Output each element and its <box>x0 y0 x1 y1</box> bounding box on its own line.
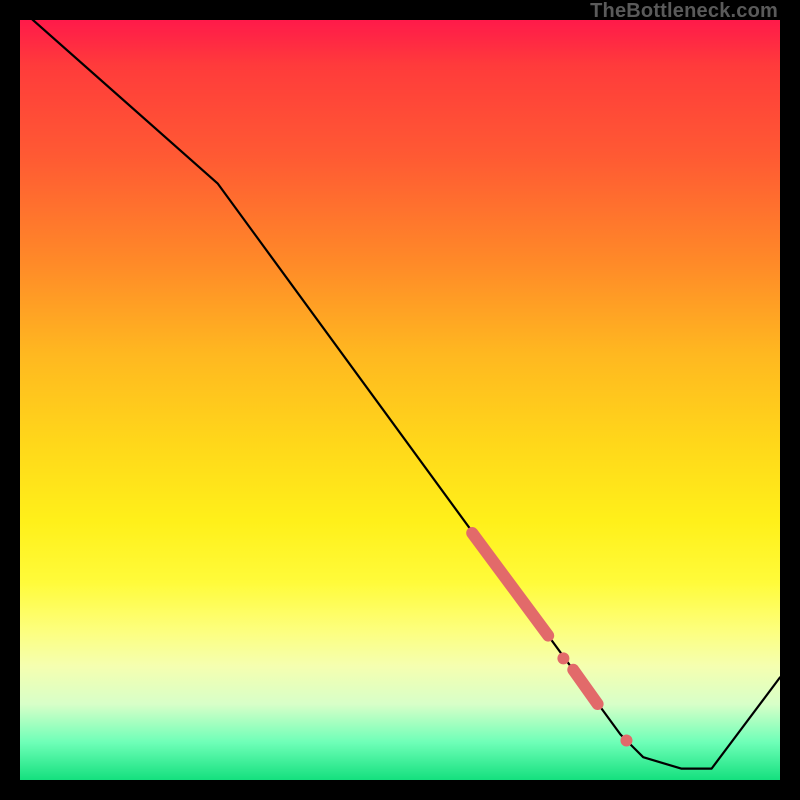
credit-watermark: TheBottleneck.com <box>590 0 778 23</box>
highlight-segment <box>573 670 597 704</box>
curve-path <box>20 9 780 769</box>
highlight-dot <box>620 734 632 746</box>
chart-canvas: TheBottleneck.com <box>0 0 800 800</box>
highlight-dot <box>557 652 569 664</box>
highlight-segment <box>472 533 548 636</box>
chart-overlay <box>20 20 780 780</box>
bottleneck-curve <box>20 9 780 769</box>
curve-highlights <box>472 533 632 746</box>
